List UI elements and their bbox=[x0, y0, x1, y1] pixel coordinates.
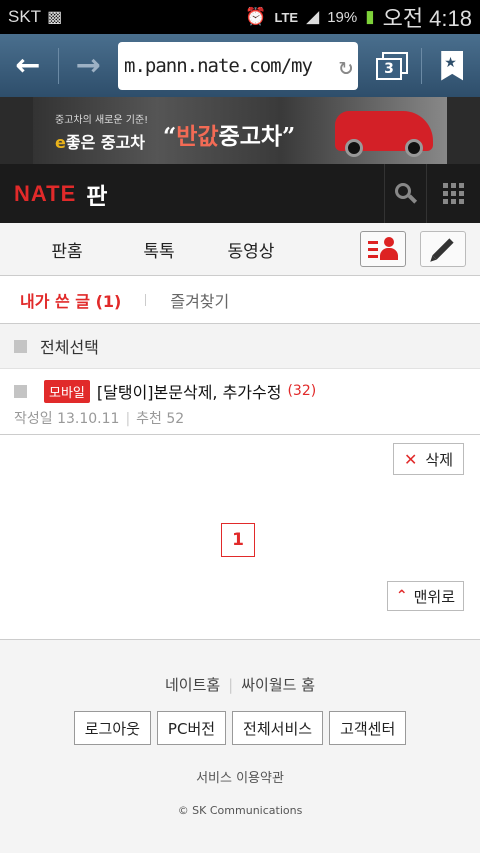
clock: 오전 4:18 bbox=[382, 6, 472, 31]
briefcase-icon: ▩ bbox=[47, 9, 63, 26]
meta-divider: | bbox=[125, 411, 131, 427]
post-recommend: 추천 52 bbox=[136, 411, 185, 427]
tabs-button[interactable]: 3 bbox=[368, 46, 411, 86]
alarm-icon: ⏰ bbox=[245, 7, 267, 26]
all-services-button[interactable]: 전체서비스 bbox=[232, 711, 324, 745]
back-arrow-icon[interactable]: ← bbox=[8, 46, 48, 86]
post-date: 작성일 13.10.11 bbox=[14, 411, 120, 427]
ad-slogan-close: ” bbox=[282, 123, 296, 150]
copyright: © SK Communications bbox=[177, 804, 303, 817]
nav-item-pan-home[interactable]: 판홈 bbox=[21, 237, 113, 262]
bookmark-icon: ★ bbox=[441, 50, 464, 81]
forward-arrow-icon[interactable]: → bbox=[69, 46, 109, 86]
browser-toolbar: ← → m.pann.nate.com/my ↻ 3 ★ bbox=[0, 34, 480, 97]
nav-item-toktok[interactable]: 톡톡 bbox=[113, 237, 205, 262]
grid-menu-icon bbox=[443, 183, 464, 204]
search-icon bbox=[394, 182, 417, 205]
select-all-checkbox[interactable] bbox=[14, 339, 27, 353]
my-page-icon bbox=[368, 237, 398, 261]
toolbar-divider bbox=[421, 47, 423, 84]
car-wheel bbox=[345, 139, 363, 157]
list-item: 모바일 [달탱이]본문삭제, 추가수정 (32) 작성일 13.10.11 | 추천… bbox=[0, 369, 480, 435]
site-header: NATE 판 bbox=[0, 164, 480, 223]
car-image bbox=[335, 111, 433, 157]
delete-x-icon: ✕ bbox=[403, 449, 418, 469]
tab-my-posts[interactable]: 내가 쓴 글 (1) bbox=[20, 288, 121, 312]
mobile-badge: 모바일 bbox=[44, 379, 90, 403]
chevron-up-icon: ⌃ bbox=[395, 588, 408, 604]
url-text: m.pann.nate.com/my bbox=[124, 54, 313, 77]
footer-buttons: 로그아웃 PC버전 전체서비스 고객센터 bbox=[0, 711, 480, 745]
carrier-label: SKT bbox=[8, 7, 42, 26]
nav-item-video[interactable]: 동영상 bbox=[205, 237, 297, 262]
status-bar: SKT ▩ ⏰ LTE ◢ 19% ▮ 오전 4:18 bbox=[0, 0, 480, 34]
search-button[interactable] bbox=[384, 164, 426, 223]
list-actions: ✕ 삭제 1 ⌃ 맨위로 bbox=[0, 435, 480, 640]
ad-banner[interactable]: 중고차의 새로운 기준! e좋은 중고차 “반값중고차” bbox=[0, 97, 480, 164]
ad-slogan-highlight: 반값 bbox=[176, 123, 219, 150]
nate-logo[interactable]: NATE bbox=[14, 181, 76, 207]
ad-big-label: 좋은 중고차 bbox=[65, 133, 146, 152]
battery-label: 19% bbox=[327, 8, 358, 26]
delete-button[interactable]: ✕ 삭제 bbox=[392, 443, 464, 475]
main-nav: 판홈 톡톡 동영상 bbox=[0, 223, 480, 276]
write-button[interactable] bbox=[420, 231, 466, 267]
customer-center-button[interactable]: 고객센터 bbox=[329, 711, 407, 745]
network-label: LTE bbox=[274, 9, 299, 25]
reload-icon[interactable]: ↻ bbox=[339, 52, 353, 80]
battery-icon: ▮ bbox=[365, 7, 375, 26]
footer-links: 네이트홈 | 싸이월드 홈 bbox=[0, 674, 480, 695]
sub-tabs: 내가 쓴 글 (1) 즐겨찾기 bbox=[0, 276, 480, 324]
ad-banner-image[interactable]: 중고차의 새로운 기준! e좋은 중고차 “반값중고차” bbox=[33, 97, 447, 164]
car-wheel bbox=[405, 139, 423, 157]
logout-button[interactable]: 로그아웃 bbox=[73, 711, 151, 745]
url-field[interactable]: m.pann.nate.com/my ↻ bbox=[118, 41, 359, 90]
back-to-top-button[interactable]: ⌃ 맨위로 bbox=[386, 581, 464, 611]
bookmark-button[interactable]: ★ bbox=[432, 46, 472, 86]
ad-big-text: e좋은 중고차 bbox=[55, 129, 145, 153]
post-meta: 작성일 13.10.11 | 추천 52 bbox=[14, 408, 466, 428]
ad-big-prefix: e bbox=[55, 133, 66, 152]
signal-icon: ◢ bbox=[306, 7, 320, 26]
ad-slogan: “반값중고차” bbox=[163, 117, 295, 151]
ad-slogan-open: “ bbox=[163, 123, 177, 150]
delete-label: 삭제 bbox=[425, 450, 453, 469]
write-pencil-icon bbox=[432, 238, 454, 260]
select-all-row: 전체선택 bbox=[0, 324, 480, 369]
tab-favorites[interactable]: 즐겨찾기 bbox=[170, 288, 229, 312]
select-all-label[interactable]: 전체선택 bbox=[40, 334, 99, 358]
tab-divider bbox=[145, 293, 147, 306]
post-checkbox[interactable] bbox=[14, 384, 27, 398]
toolbar-divider bbox=[57, 47, 59, 84]
footer: 네이트홈 | 싸이월드 홈 로그아웃 PC버전 전체서비스 고객센터 서비스 이용약… bbox=[0, 640, 480, 853]
grid-menu-button[interactable] bbox=[426, 164, 480, 223]
tab-count: 3 bbox=[376, 57, 403, 80]
service-title[interactable]: 판 bbox=[86, 177, 107, 211]
footer-divider: | bbox=[228, 676, 234, 694]
my-page-button[interactable] bbox=[360, 231, 406, 267]
pc-version-button[interactable]: PC버전 bbox=[156, 711, 227, 745]
nate-home-link[interactable]: 네이트홈 bbox=[165, 676, 220, 694]
terms-link[interactable]: 서비스 이용약관 bbox=[0, 767, 480, 786]
cyworld-home-link[interactable]: 싸이월드 홈 bbox=[241, 676, 315, 694]
back-to-top-label: 맨위로 bbox=[413, 587, 455, 606]
comment-count: (32) bbox=[287, 383, 317, 399]
ad-slogan-rest: 중고차 bbox=[218, 123, 283, 150]
post-title[interactable]: [달탱이]본문삭제, 추가수정 bbox=[97, 379, 282, 403]
page-number[interactable]: 1 bbox=[221, 523, 255, 557]
ad-small-text: 중고차의 새로운 기준! bbox=[55, 115, 149, 126]
